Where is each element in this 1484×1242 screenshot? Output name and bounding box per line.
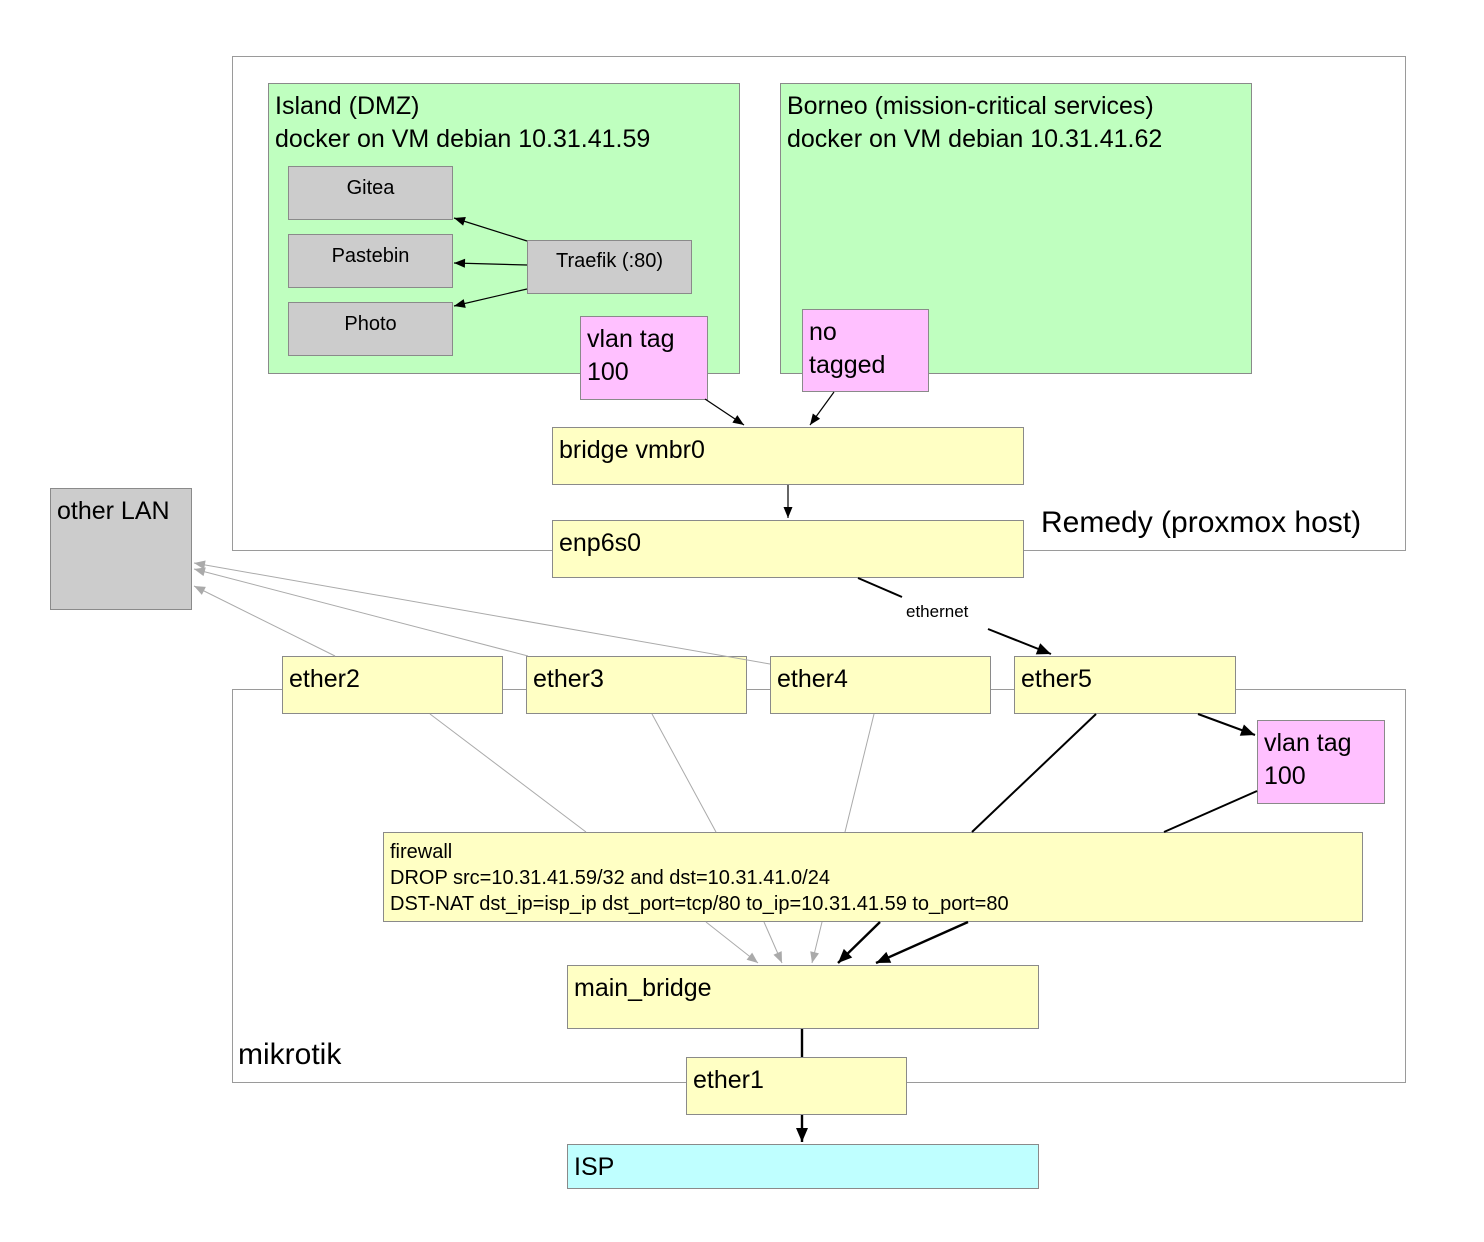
ether1-to-isp-arrowhead [796,1128,808,1142]
ether5-to-vlan-arrowhead [1239,724,1255,736]
notag-to-bridge-arrowhead [810,413,821,425]
fw-to-mb-5-edge [875,920,969,965]
bridge-to-enp6s0-arrowhead [783,507,793,518]
traefik-to-photo-arrowhead [454,299,466,308]
ethernet-edge-label: ethernet [904,602,971,622]
traefik-to-gitea-edge [453,217,528,242]
ether2-to-fw-edge [429,713,587,833]
ether3-to-fw-edge [651,713,717,833]
enp6s0-to-ether5-b-arrowhead [1035,643,1051,655]
vlan-to-fw-edge [1163,790,1258,833]
traefik-to-photo-edge [453,288,528,307]
ether2-to-lan-edge [193,585,336,657]
ether4-to-fw-edge [844,713,875,833]
fw-to-mb-2-arrowhead [773,951,782,963]
traefik-to-gitea-arrowhead [454,217,466,226]
edges-layer [193,217,1258,1142]
ether4-to-lan-edge [193,562,771,665]
ether4-to-lan-arrowhead [194,560,206,570]
traefik-to-pastebin-arrowhead [454,258,466,268]
fw-to-mb-3-arrowhead [810,951,819,963]
ether5-to-fw-edge [971,713,1097,833]
fw-to-mb-1-arrowhead [746,952,758,963]
enp6s0-to-ether5-a-edge [857,577,903,598]
vlan-to-bridge-arrowhead [732,415,744,425]
